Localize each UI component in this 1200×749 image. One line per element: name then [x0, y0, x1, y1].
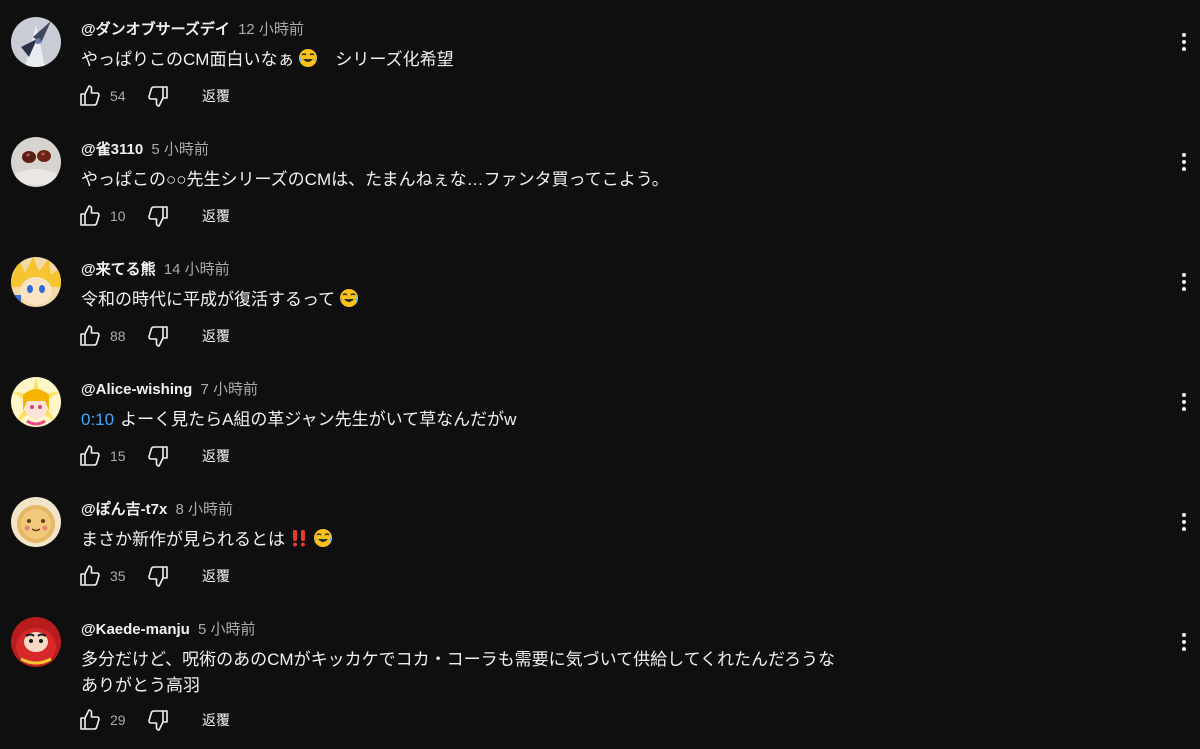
- comment-text-content: まさか新作が見られるとは: [81, 530, 285, 549]
- author-name[interactable]: @Kaede-manju: [81, 621, 190, 638]
- author-name[interactable]: @ぽん吉-t7x: [81, 501, 167, 518]
- comment-actions: 15 返覆: [78, 442, 230, 470]
- more-actions-icon[interactable]: [1174, 390, 1194, 414]
- like-count: 54: [110, 88, 126, 104]
- dislike-button[interactable]: [146, 324, 170, 348]
- comment-actions: 29 返覆: [78, 706, 230, 734]
- thumbs-down-icon: [148, 326, 168, 347]
- dislike-button[interactable]: [146, 708, 170, 732]
- thumbs-down-icon: [148, 710, 168, 731]
- author-name[interactable]: @ダンオブサーズデイ: [81, 21, 230, 38]
- comment-text: まさか新作が見られるとは: [81, 527, 333, 556]
- avatar[interactable]: [11, 617, 61, 667]
- like-count: 29: [110, 712, 126, 728]
- like-count: 35: [110, 568, 126, 584]
- thumbs-up-icon: [80, 85, 100, 106]
- like-button[interactable]: 15: [78, 444, 136, 468]
- comment-item: @Alice-wishing 7 小時前 0:10 よーく見たらA組の革ジャン先生…: [0, 360, 1200, 480]
- comment-actions: 88 返覆: [78, 322, 230, 350]
- author-name[interactable]: @雀3110: [81, 141, 143, 158]
- more-actions-icon[interactable]: [1174, 630, 1194, 654]
- face-with-tears-of-joy-icon: [339, 288, 359, 316]
- avatar[interactable]: [11, 17, 61, 67]
- thumbs-down-icon: [148, 566, 168, 587]
- reply-button[interactable]: 返覆: [202, 710, 230, 730]
- comment-actions: 54 返覆: [78, 82, 230, 110]
- more-actions-icon[interactable]: [1174, 510, 1194, 534]
- thumbs-down-icon: [148, 206, 168, 227]
- comment-time[interactable]: 12 小時前: [238, 21, 304, 38]
- face-with-tears-of-joy-icon: [313, 528, 333, 556]
- comment-text: やっぱりこのCM面白いなぁ シリーズ化希望: [81, 47, 454, 76]
- more-actions-icon[interactable]: [1174, 30, 1194, 54]
- double-exclamation-icon: [289, 528, 309, 556]
- comment-time[interactable]: 7 小時前: [200, 381, 258, 398]
- comment-item: @雀3110 5 小時前 やっぱこの○○先生シリーズのCMは、たまんねぇな…ファ…: [0, 120, 1200, 240]
- avatar[interactable]: [11, 257, 61, 307]
- comment-header: @雀3110 5 小時前: [81, 138, 209, 159]
- author-name[interactable]: @Alice-wishing: [81, 381, 192, 398]
- like-button[interactable]: 35: [78, 564, 136, 588]
- avatar[interactable]: [11, 377, 61, 427]
- like-count: 10: [110, 208, 126, 224]
- dislike-button[interactable]: [146, 444, 170, 468]
- comment-text-content: 令和の時代に平成が復活するって: [81, 290, 336, 309]
- thumbs-up-icon: [80, 445, 100, 466]
- comment-header: @Kaede-manju 5 小時前: [81, 618, 256, 639]
- comment-text-content: やっぱりこのCM面白いなぁ: [81, 50, 295, 69]
- comment-header: @ぽん吉-t7x 8 小時前: [81, 498, 233, 519]
- like-count: 88: [110, 328, 126, 344]
- comment-text-tail: シリーズ化希望: [318, 50, 454, 69]
- comment-time[interactable]: 5 小時前: [198, 621, 256, 638]
- face-with-tears-of-joy-icon: [298, 48, 318, 76]
- avatar[interactable]: [11, 137, 61, 187]
- like-button[interactable]: 54: [78, 84, 136, 108]
- reply-button[interactable]: 返覆: [202, 206, 230, 226]
- comment-text-content: よーく見たらA組の革ジャン先生がいて草なんだがw: [120, 410, 517, 429]
- comment-text-line1: 多分だけど、呪術のあのCMがキッカケでコカ・コーラも需要に気づいて供給してくれた…: [81, 650, 836, 669]
- comment-time[interactable]: 5 小時前: [151, 141, 209, 158]
- comment-time[interactable]: 8 小時前: [175, 501, 233, 518]
- dislike-button[interactable]: [146, 84, 170, 108]
- thumbs-up-icon: [80, 205, 100, 226]
- like-button[interactable]: 29: [78, 708, 136, 732]
- like-button[interactable]: 88: [78, 324, 136, 348]
- comment-time[interactable]: 14 小時前: [164, 261, 230, 278]
- comment-text: 0:10 よーく見たらA組の革ジャン先生がいて草なんだがw: [81, 407, 516, 433]
- comment-item: @ダンオブサーズデイ 12 小時前 やっぱりこのCM面白いなぁ シリーズ化希望 …: [0, 0, 1200, 120]
- thumbs-up-icon: [80, 325, 100, 346]
- avatar[interactable]: [11, 497, 61, 547]
- reply-button[interactable]: 返覆: [202, 566, 230, 586]
- dislike-button[interactable]: [146, 564, 170, 588]
- more-actions-icon[interactable]: [1174, 270, 1194, 294]
- comment-header: @ダンオブサーズデイ 12 小時前: [81, 18, 304, 39]
- thumbs-up-icon: [80, 565, 100, 586]
- comment-text-line2: ありがとう高羽: [81, 676, 200, 695]
- video-timestamp-link[interactable]: 0:10: [81, 410, 114, 429]
- comment-text: 多分だけど、呪術のあのCMがキッカケでコカ・コーラも需要に気づいて供給してくれた…: [81, 647, 835, 699]
- thumbs-down-icon: [148, 86, 168, 107]
- comment-actions: 10 返覆: [78, 202, 230, 230]
- comment-actions: 35 返覆: [78, 562, 230, 590]
- more-actions-icon[interactable]: [1174, 150, 1194, 174]
- comment-text: 令和の時代に平成が復活するって: [81, 287, 359, 316]
- comment-item: @ぽん吉-t7x 8 小時前 まさか新作が見られるとは 35 返覆: [0, 480, 1200, 600]
- comment-header: @Alice-wishing 7 小時前: [81, 378, 258, 399]
- reply-button[interactable]: 返覆: [202, 86, 230, 106]
- comment-text-content: やっぱこの○○先生シリーズのCMは、たまんねぇな…ファンタ買ってこよう。: [81, 170, 669, 189]
- author-name[interactable]: @来てる熊: [81, 261, 156, 278]
- like-count: 15: [110, 448, 126, 464]
- comment-text: やっぱこの○○先生シリーズのCMは、たまんねぇな…ファンタ買ってこよう。: [81, 167, 669, 193]
- comment-header: @来てる熊 14 小時前: [81, 258, 230, 279]
- comment-item: @来てる熊 14 小時前 令和の時代に平成が復活するって 88 返覆: [0, 240, 1200, 360]
- thumbs-down-icon: [148, 446, 168, 467]
- like-button[interactable]: 10: [78, 204, 136, 228]
- reply-button[interactable]: 返覆: [202, 446, 230, 466]
- reply-button[interactable]: 返覆: [202, 326, 230, 346]
- thumbs-up-icon: [80, 709, 100, 730]
- comment-item: @Kaede-manju 5 小時前 多分だけど、呪術のあのCMがキッカケでコカ…: [0, 600, 1200, 749]
- dislike-button[interactable]: [146, 204, 170, 228]
